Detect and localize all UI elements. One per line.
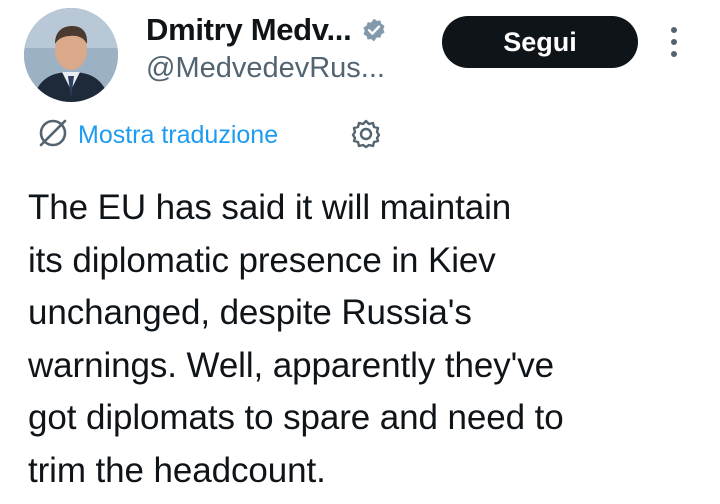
tweet-line: its diplomatic presence in Kiev bbox=[28, 240, 496, 280]
tweet-line: trim the headcount. bbox=[28, 450, 326, 490]
tweet-line: unchanged, despite Russia's bbox=[28, 293, 472, 332]
tweet-line: got diplomats to spare and need to bbox=[28, 398, 564, 437]
profile-photo bbox=[24, 8, 118, 102]
author-display-name[interactable]: Dmitry Medv... bbox=[146, 12, 352, 48]
gear-icon[interactable] bbox=[350, 118, 382, 150]
show-translation-link[interactable]: Mostra traduzione bbox=[36, 116, 278, 155]
tweet-text: The EU has said it will maintain its dip… bbox=[28, 182, 708, 497]
verified-badge-icon bbox=[361, 17, 387, 43]
follow-button[interactable]: Segui bbox=[442, 16, 638, 68]
author-handle[interactable]: @MedvedevRus... bbox=[146, 52, 385, 85]
avatar[interactable] bbox=[24, 8, 118, 102]
author-name-row: Dmitry Medv... bbox=[146, 12, 387, 48]
tweet-line: The EU has said it will maintain bbox=[28, 188, 512, 227]
tweet-line: warnings. Well, apparently they've bbox=[28, 345, 554, 385]
more-vertical-icon[interactable] bbox=[664, 24, 684, 60]
translation-label[interactable]: Mostra traduzione bbox=[78, 121, 278, 150]
translate-icon bbox=[36, 116, 70, 155]
